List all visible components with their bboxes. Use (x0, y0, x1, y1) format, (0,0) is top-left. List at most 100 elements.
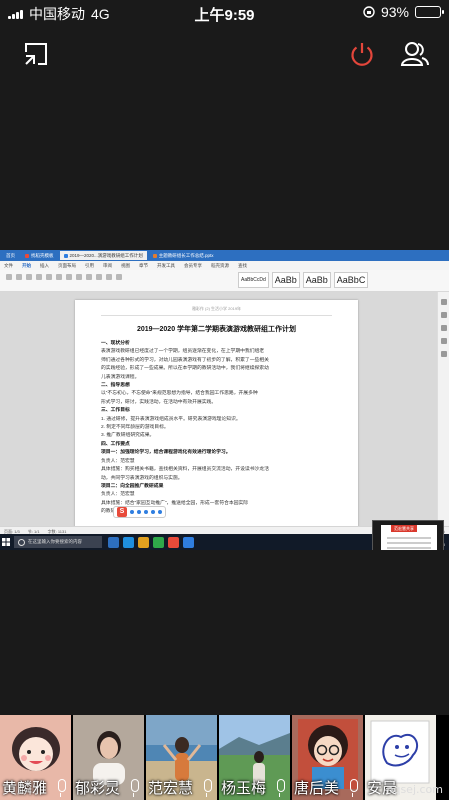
document-paragraph: 3. 推广教研组研究成果。 (101, 433, 155, 439)
participant-name: 范宏慧 (148, 780, 194, 797)
menu-review[interactable]: 审阅 (103, 263, 112, 269)
writer-taskbar-icon[interactable] (183, 536, 194, 548)
wps-taskbar-icon[interactable] (168, 536, 179, 548)
document-paragraph: 负责人：范宏慧 (101, 492, 135, 498)
status-bar: 中国移动 4G 上午9:59 93% (0, 0, 449, 24)
tab-label: 2019—2020...演游戏教研组工作计划 (69, 253, 143, 258)
participant-strip: 黄麟雅 郁彩灵 范宏慧 杨玉梅 唐后美 安晨 nqsej.com (0, 715, 449, 800)
document-paragraph: 1. 通过研修，提升表演游戏组成员水平。研究表演游戏理论知识。 (101, 416, 241, 422)
participant-tile[interactable]: 郁彩灵 (73, 715, 144, 800)
tab-work-plan[interactable]: 2019—2020...演游戏教研组工作计划 (59, 251, 147, 260)
wechat-icon[interactable] (153, 536, 164, 548)
list-icon[interactable] (116, 274, 122, 280)
menu-reference[interactable]: 引用 (85, 263, 94, 269)
format-painter-icon[interactable] (36, 274, 42, 280)
participant-tile[interactable]: 黄麟雅 (0, 715, 71, 800)
page-header: 雅彩作 (2) 生活小学 2019年 (101, 306, 332, 316)
document-paragraph: 以“不忘初心，不忘使命”来规范思想为指导，结合我园工作思路，开展多种 (101, 391, 258, 397)
menu-insert[interactable]: 插入 (40, 263, 49, 269)
ime-dot-icon[interactable] (130, 510, 134, 514)
tab-template[interactable]: 找稻壳模板 (21, 251, 58, 260)
document-paragraph: 2. 制定不同年龄层的游戏目标。 (101, 425, 169, 431)
input-method-bar[interactable]: S (113, 506, 166, 518)
ribbon-tools (6, 274, 122, 280)
menu-view[interactable]: 视图 (121, 263, 130, 269)
participant-tile[interactable]: 唐后美 (292, 715, 363, 800)
battery-percent: 93% (380, 4, 409, 20)
document-page[interactable]: 雅彩作 (2) 生活小学 2019年 2019—2020 学年第二学期表演游戏教… (75, 300, 358, 540)
style-heading-3[interactable]: AaBbC (333, 272, 369, 288)
power-icon[interactable] (348, 40, 378, 70)
document-paragraph: 具体措施：购买相关书籍，查找相关资料，开展组员交流活动，开设读书沙龙活 (101, 467, 269, 473)
participant-tile[interactable]: 杨玉梅 (219, 715, 290, 800)
copy-icon[interactable] (26, 274, 32, 280)
document-heading: 一、现状分析 (101, 341, 130, 346)
document-canvas[interactable]: 雅彩作 (2) 生活小学 2019年 2019—2020 学年第二学期表演游戏教… (0, 292, 449, 540)
ime-dot-icon[interactable] (151, 510, 155, 514)
menu-search[interactable]: 查找 (238, 263, 247, 269)
style-heading-2[interactable]: AaBb (302, 272, 331, 288)
document-paragraph: 表演游戏教研组已经度过了一个学期，组员逐渐在变化，在上学期中我们组老 (101, 349, 265, 355)
windows-start-icon[interactable] (0, 534, 12, 550)
document-paragraph: 的实践经验，形成了一些成果。所以在本学期的教研活动中，我们将继续探索幼 (101, 366, 269, 372)
tab-pptx[interactable]: 主题教研组长工作总结.pptx (149, 251, 218, 260)
align-right-icon[interactable] (106, 274, 112, 280)
document-tab-bar: 首页 找稻壳模板 2019—2020...演游戏教研组工作计划 主题教研组长工作… (0, 250, 449, 261)
shrink-window-icon[interactable] (22, 40, 52, 70)
sharer-video-thumbnail[interactable]: 范宏慧共享 (372, 520, 444, 550)
document-paragraph: 儿表演游戏课程。 (101, 374, 140, 380)
task-view-icon[interactable] (108, 536, 119, 548)
microphone-icon (350, 779, 358, 797)
align-center-icon[interactable] (96, 274, 102, 280)
taskbar-apps (108, 536, 194, 548)
menu-section[interactable]: 章节 (139, 263, 148, 269)
italic-icon[interactable] (56, 274, 62, 280)
document-paragraph: 师们通过各种形式的学习，对幼儿园表演游戏有了初步的了解，积累了一些相关 (101, 357, 269, 363)
participants-icon[interactable] (400, 40, 430, 70)
microphone-icon (204, 779, 212, 797)
menu-layout[interactable]: 页面布局 (58, 263, 76, 269)
participant-name: 唐后美 (294, 780, 340, 797)
style-normal[interactable]: AaBbCcDd (238, 272, 269, 288)
document-title: 2019—2020 学年第二学期表演游戏教研组工作计划 (136, 326, 297, 333)
menu-dev-tools[interactable]: 开发工具 (157, 263, 175, 269)
properties-icon[interactable] (440, 325, 447, 331)
document-heading: 四、工作要点 (101, 441, 130, 447)
ime-dot-icon[interactable] (144, 510, 148, 514)
menu-start[interactable]: 开始 (22, 263, 31, 269)
participant-tile[interactable]: 范宏慧 (146, 715, 217, 800)
shared-screen[interactable]: 首页 找稻壳模板 2019—2020...演游戏教研组工作计划 主题教研组长工作… (0, 250, 449, 550)
document-heading: 二、指导思想 (101, 383, 130, 389)
tab-home[interactable]: 首页 (2, 251, 19, 260)
microphone-icon (58, 779, 66, 797)
paste-icon[interactable] (6, 274, 12, 280)
menu-file[interactable]: 文件 (4, 263, 13, 269)
select-icon[interactable] (440, 299, 447, 305)
thumbnail-preview: 范宏慧共享 (381, 525, 437, 550)
font-color-icon[interactable] (76, 274, 82, 280)
align-left-icon[interactable] (86, 274, 92, 280)
cut-icon[interactable] (16, 274, 22, 280)
page-indicator: 页面: 1/3 (4, 529, 20, 534)
tab-label: 找稻壳模板 (31, 253, 54, 258)
menu-resources[interactable]: 稻壳资源 (211, 263, 229, 269)
bold-icon[interactable] (46, 274, 52, 280)
style-gallery: AaBbCcDd AaBb AaBb AaBbC (238, 272, 369, 288)
folder-icon[interactable] (138, 536, 149, 548)
document-heading: 项目一：加强理论学习，结合课程游戏化有效进行理论学习。 (101, 450, 231, 456)
ime-dot-icon[interactable] (137, 510, 141, 514)
microphone-icon (277, 779, 285, 797)
help-icon[interactable] (440, 351, 447, 357)
sogou-icon: S (117, 507, 127, 517)
edge-icon[interactable] (123, 536, 134, 548)
document-heading: 三、工作目标 (101, 408, 130, 414)
style-heading-1[interactable]: AaBb (271, 272, 300, 288)
ime-dot-icon[interactable] (158, 510, 162, 514)
underline-icon[interactable] (66, 274, 72, 280)
right-sidebar (437, 292, 449, 528)
share-icon[interactable] (440, 338, 447, 344)
site-watermark: nqsej.com (386, 783, 444, 796)
taskbar-search-input[interactable]: 在这里输入你要搜索的内容 (14, 536, 102, 548)
style-icon[interactable] (440, 312, 447, 318)
menu-member[interactable]: 会员专享 (184, 263, 202, 269)
